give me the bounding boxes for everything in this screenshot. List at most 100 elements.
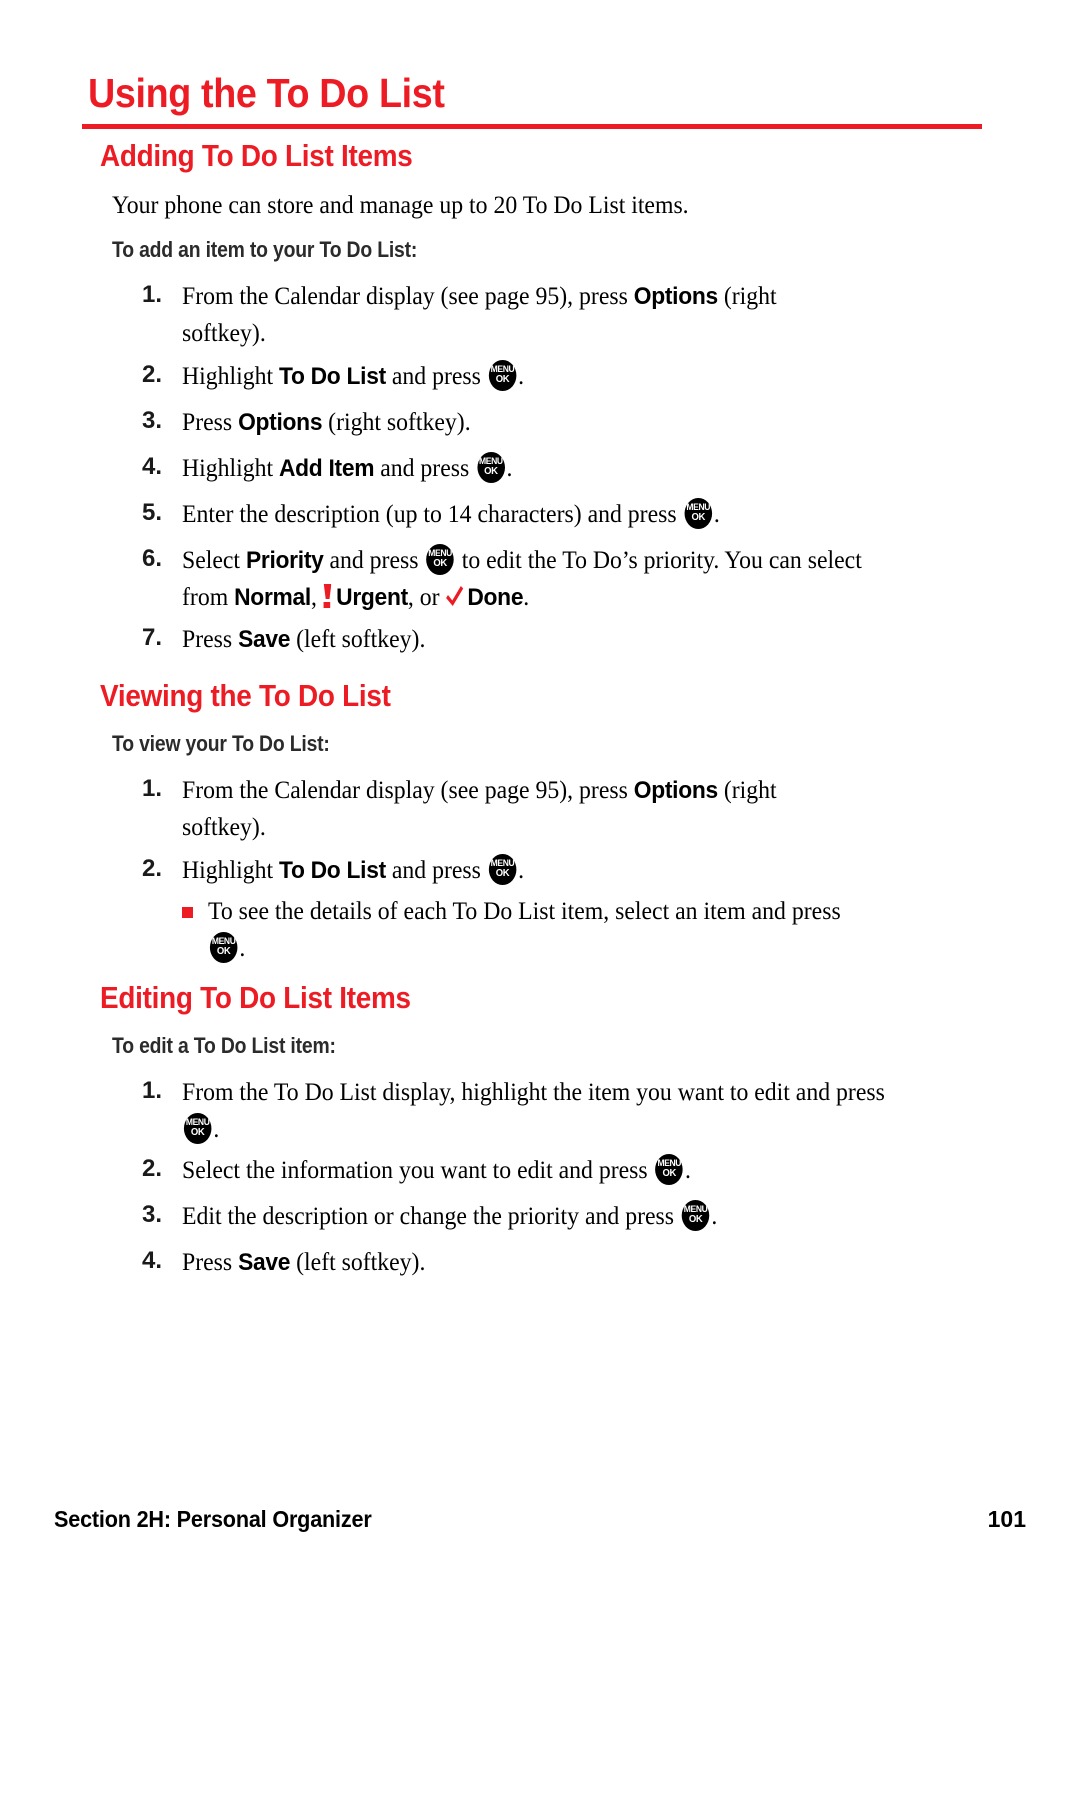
step-text-post: (left softkey). [290,1249,426,1276]
step-text-mid: and press [374,455,476,482]
step-text-pre: Press [182,409,239,436]
step-text-pre: From the Calendar display (see page 95),… [182,283,634,310]
keyword-options: Options [633,283,718,310]
step-text-pre: From the Calendar display (see page 95),… [182,777,634,804]
step-text: Highlight To Do List and press MENU OK. [182,852,866,889]
step-number: 5. [141,499,162,526]
urgent-icon-bar [323,584,332,599]
section-heading-adding: Adding To Do List Items [100,138,413,173]
urgent-exclamation-icon [323,584,333,608]
step-text: Press Options (right softkey). [182,404,866,441]
subheading-view-list: To view your To Do List: [112,731,330,756]
ok-key-label: OK [691,512,705,523]
step-text: Select the information you want to edit … [182,1152,885,1189]
step-text: From the Calendar display (see page 95),… [182,278,866,352]
step-text-pre: Enter the description (up to 14 characte… [182,501,683,528]
menu-key-label: MENU [686,502,711,512]
keyword-urgent: Urgent [336,584,408,611]
step-text: Highlight To Do List and press MENU OK. [182,358,866,395]
menu-key-label: MENU [211,936,236,946]
step-number: 4. [141,1247,162,1274]
menu-ok-key-icon: MENU OK [488,854,517,885]
subheading-edit-item: To edit a To Do List item: [112,1033,336,1058]
keyword-options: Options [238,409,323,436]
adding-intro-text: Your phone can store and manage up to 20… [112,192,689,219]
keyword-done: Done [467,584,524,611]
menu-ok-key-icon: MENU OK [684,498,713,529]
menu-key-label: MENU [185,1117,210,1127]
menu-ok-key-icon: MENU OK [477,452,505,483]
step-number: 1. [141,775,162,802]
step-number: 1. [141,1077,162,1104]
step-number: 6. [141,545,162,572]
keyword-options: Options [633,777,718,804]
bullet-text-post: . [239,935,246,962]
section-heading-editing: Editing To Do List Items [100,980,411,1015]
step-number: 2. [141,361,162,388]
menu-ok-key-icon: MENU OK [681,1200,710,1231]
step-text-pre: Press [182,1249,239,1276]
urgent-icon-dot [323,602,331,608]
keyword-save: Save [238,1249,291,1276]
menu-key-label: MENU [657,1158,682,1168]
step-text-mid: and press [385,857,487,884]
step-text: Edit the description or change the prior… [182,1198,895,1235]
step-text: Select Priority and press MENU OK to edit… [182,542,895,616]
step-text: Enter the description (up to 14 characte… [182,496,885,533]
ok-key-label: OK [495,374,510,385]
ok-key-label: OK [495,868,510,879]
step-text: Press Save (left softkey). [182,621,866,658]
step-text-pre: Select the information you want to edit … [182,1157,654,1184]
step-text-pre: From the To Do List display, highlight t… [182,1079,885,1106]
menu-key-label: MENU [479,456,503,466]
keyword-to-do-list: To Do List [278,857,386,884]
ok-key-label: OK [688,1214,703,1225]
step-text-post: . [684,1157,691,1184]
step-text-post: . [518,363,525,390]
step-text-post: . [711,1203,718,1230]
section-heading-viewing: Viewing the To Do List [100,678,391,713]
step-text: From the Calendar display (see page 95),… [182,772,866,846]
page-title: Using the To Do List [88,70,445,116]
keyword-add-item: Add Item [278,455,375,482]
footer-page-number: 101 [987,1506,1026,1532]
menu-ok-key-icon: MENU OK [183,1113,212,1144]
step-text-mid: and press [385,363,487,390]
step-text-pre: Highlight [182,363,279,390]
step-number: 2. [141,855,162,882]
step-text-pre: Select [182,547,246,574]
subheading-add-item: To add an item to your To Do List: [112,237,418,262]
step-text-post: (left softkey). [290,626,426,653]
step-text-post: (right softkey). [322,409,471,436]
step-text-pre: Highlight [182,455,279,482]
ok-key-label: OK [190,1127,205,1138]
menu-key-label: MENU [490,858,515,868]
step-text-post: . [523,584,530,611]
step-text-post: . [518,857,525,884]
keyword-priority: Priority [245,547,324,574]
menu-ok-key-icon: MENU OK [209,932,238,963]
step-text-mid: and press [323,547,425,574]
step-number: 4. [141,453,162,480]
step-number: 3. [141,1201,162,1228]
keyword-save: Save [238,626,291,653]
step-number: 1. [141,281,162,308]
menu-ok-key-icon: MENU OK [426,544,454,575]
bullet-text-pre: To see the details of each To Do List it… [208,898,841,925]
done-check-icon [446,585,465,609]
step-text-post: . [213,1116,220,1143]
step-text-sep1: , [310,584,323,611]
step-text: Press Save (left softkey). [182,1244,866,1281]
step-text-sep2: , or [407,584,446,611]
keyword-normal: Normal [234,584,311,611]
ok-key-label: OK [433,558,447,569]
step-number: 7. [141,624,162,651]
step-number: 2. [141,1155,162,1182]
bullet-text: To see the details of each To Do List it… [208,893,845,967]
menu-key-label: MENU [428,548,452,558]
menu-key-label: MENU [683,1204,708,1214]
step-text-post: . [713,501,720,528]
ok-key-label: OK [662,1168,677,1179]
step-text-pre: Edit the description or change the prior… [182,1203,680,1230]
square-bullet-icon [182,907,193,918]
